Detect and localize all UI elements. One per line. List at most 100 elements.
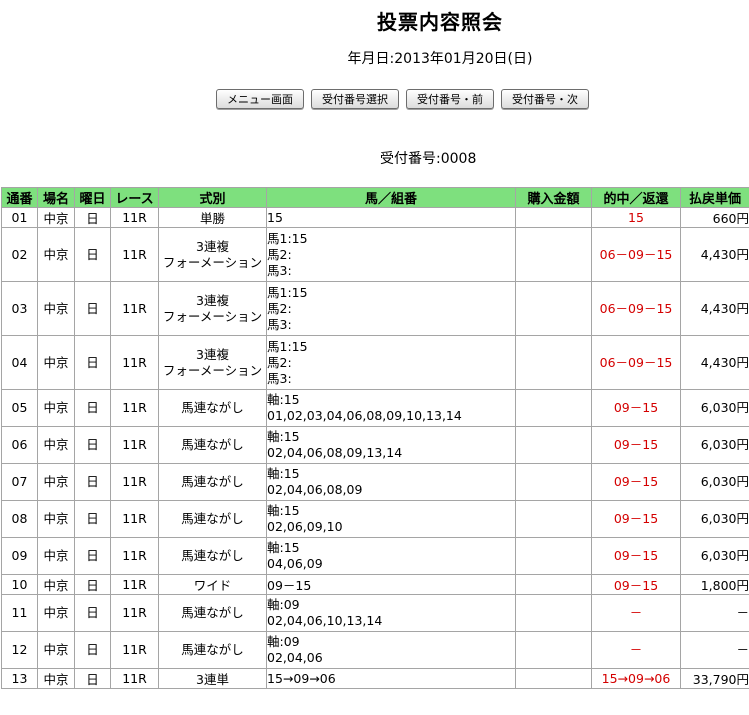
cell-payout-text: 6,030円 [700,437,749,452]
cell-day: 日 [74,500,111,538]
cell-race-text: 11R [122,246,147,262]
cell-type-text: 3連複 フォーメーション [162,238,263,270]
cell-payout: 4,430円 [680,335,749,390]
cell-venue: 中京 [37,668,75,689]
cell-no-text: 13 [11,671,28,686]
header-no: 通番 [1,187,38,208]
table-row: 10 中京 日 11R ワイド 09－15 09－15 1,800円 [1,574,749,595]
cell-race-text: 11R [122,300,147,316]
header-payout: 払戻単価 [680,187,749,208]
table-row: 01 中京 日 11R 単勝 15 15 660円 [1,207,749,228]
menu-button[interactable]: メニュー画面 [216,89,304,109]
cell-combo-text: 軸:15 04,06,09 [267,540,323,571]
receipt-select-button[interactable]: 受付番号選択 [311,89,399,109]
cell-no-text: 07 [11,474,28,489]
cell-race-text: 11R [122,354,147,370]
cell-venue-text: 中京 [43,400,69,415]
table-header-row: 通番 場名 曜日 レース 式別 馬／組番 購入金額 的中／返還 払戻単価 [1,187,749,208]
header-type: 式別 [158,187,267,208]
cell-hit: 09－15 [591,426,681,464]
cell-hit: 15 [591,207,681,228]
cell-hit-text: 09－15 [613,437,659,452]
cell-payout: － [680,594,749,632]
header-race: レース [110,187,159,208]
cell-payout-text: 6,030円 [700,400,749,415]
cell-combo-text: 15 [267,210,283,225]
cell-amount [515,668,592,689]
cell-venue-text: 中京 [43,578,69,593]
cell-no-text: 04 [11,354,28,370]
cell-hit: 15→09→06 [591,668,681,689]
cell-day-text: 日 [86,300,99,316]
cell-type: 単勝 [158,207,267,228]
cell-day: 日 [74,207,111,228]
cell-type: 馬連ながし [158,631,267,669]
cell-race-text: 11R [122,474,147,489]
cell-no-text: 10 [11,577,28,592]
cell-day-text: 日 [86,511,99,526]
cell-race: 11R [110,463,159,501]
cell-race: 11R [110,227,159,282]
cell-day: 日 [74,631,111,669]
cell-type-text: 単勝 [199,211,225,226]
receipt-next-button[interactable]: 受付番号・次 [501,89,589,109]
cell-no: 10 [1,574,38,595]
cell-combo-text: 09－15 [267,578,312,593]
cell-amount [515,500,592,538]
cell-hit-text: 06－09－15 [599,354,673,370]
cell-combo: 15 [266,207,516,228]
cell-payout: 6,030円 [680,426,749,464]
cell-amount [515,463,592,501]
cell-race: 11R [110,537,159,575]
cell-type-text: ワイド [193,578,232,593]
cell-type-text: 馬連ながし [181,437,244,452]
cell-no: 11 [1,594,38,632]
cell-no: 08 [1,500,38,538]
cell-venue: 中京 [37,574,75,595]
cell-hit-text: 06－09－15 [599,300,673,316]
table-row: 11 中京 日 11R 馬連ながし 軸:09 02,04,06,10,13,14 － － [1,594,749,632]
cell-payout: 1,800円 [680,574,749,595]
cell-race: 11R [110,668,159,689]
cell-combo-text: 軸:09 02,04,06 [267,634,323,665]
cell-no-text: 09 [11,548,28,563]
cell-day-text: 日 [86,211,99,226]
cell-payout-text: － [736,642,749,657]
cell-day: 日 [74,426,111,464]
table-row: 03 中京 日 11R 3連複 フォーメーション 馬1:15 馬2: 馬3: 06－09－1… [1,281,749,336]
cell-combo-text: 馬1:15 馬2: 馬3: [267,338,308,386]
cell-day-text: 日 [86,642,99,657]
cell-combo: 馬1:15 馬2: 馬3: [266,227,516,282]
cell-race: 11R [110,426,159,464]
cell-no: 12 [1,631,38,669]
cell-race-text: 11R [122,605,147,620]
cell-type: 馬連ながし [158,463,267,501]
cell-payout: 6,030円 [680,463,749,501]
cell-amount [515,335,592,390]
cell-venue: 中京 [37,389,75,427]
cell-amount [515,227,592,282]
table-row: 13 中京 日 11R 3連単 15→09→06 15→09→06 33,790円 [1,668,749,689]
cell-hit-text: － [629,642,643,657]
cell-venue: 中京 [37,594,75,632]
cell-payout: 6,030円 [680,537,749,575]
table-row: 06 中京 日 11R 馬連ながし 軸:15 02,04,06,08,09,13,14 09… [1,426,749,464]
cell-combo-text: 軸:15 02,04,06,08,09,13,14 [267,429,403,460]
cell-hit: 06－09－15 [591,227,681,282]
cell-race: 11R [110,389,159,427]
cell-payout: 6,030円 [680,500,749,538]
cell-no: 06 [1,426,38,464]
cell-type: 馬連ながし [158,500,267,538]
cell-race-text: 11R [122,511,147,526]
cell-race-text: 11R [122,210,147,225]
cell-race-text: 11R [122,437,147,452]
header-day: 曜日 [74,187,111,208]
cell-hit: － [591,631,681,669]
cell-combo-text: 軸:15 02,04,06,08,09 [267,466,363,497]
cell-no: 02 [1,227,38,282]
cell-day: 日 [74,463,111,501]
cell-hit-text: 06－09－15 [599,246,673,262]
cell-venue-text: 中京 [43,354,69,370]
cell-type: 馬連ながし [158,537,267,575]
receipt-prev-button[interactable]: 受付番号・前 [406,89,494,109]
